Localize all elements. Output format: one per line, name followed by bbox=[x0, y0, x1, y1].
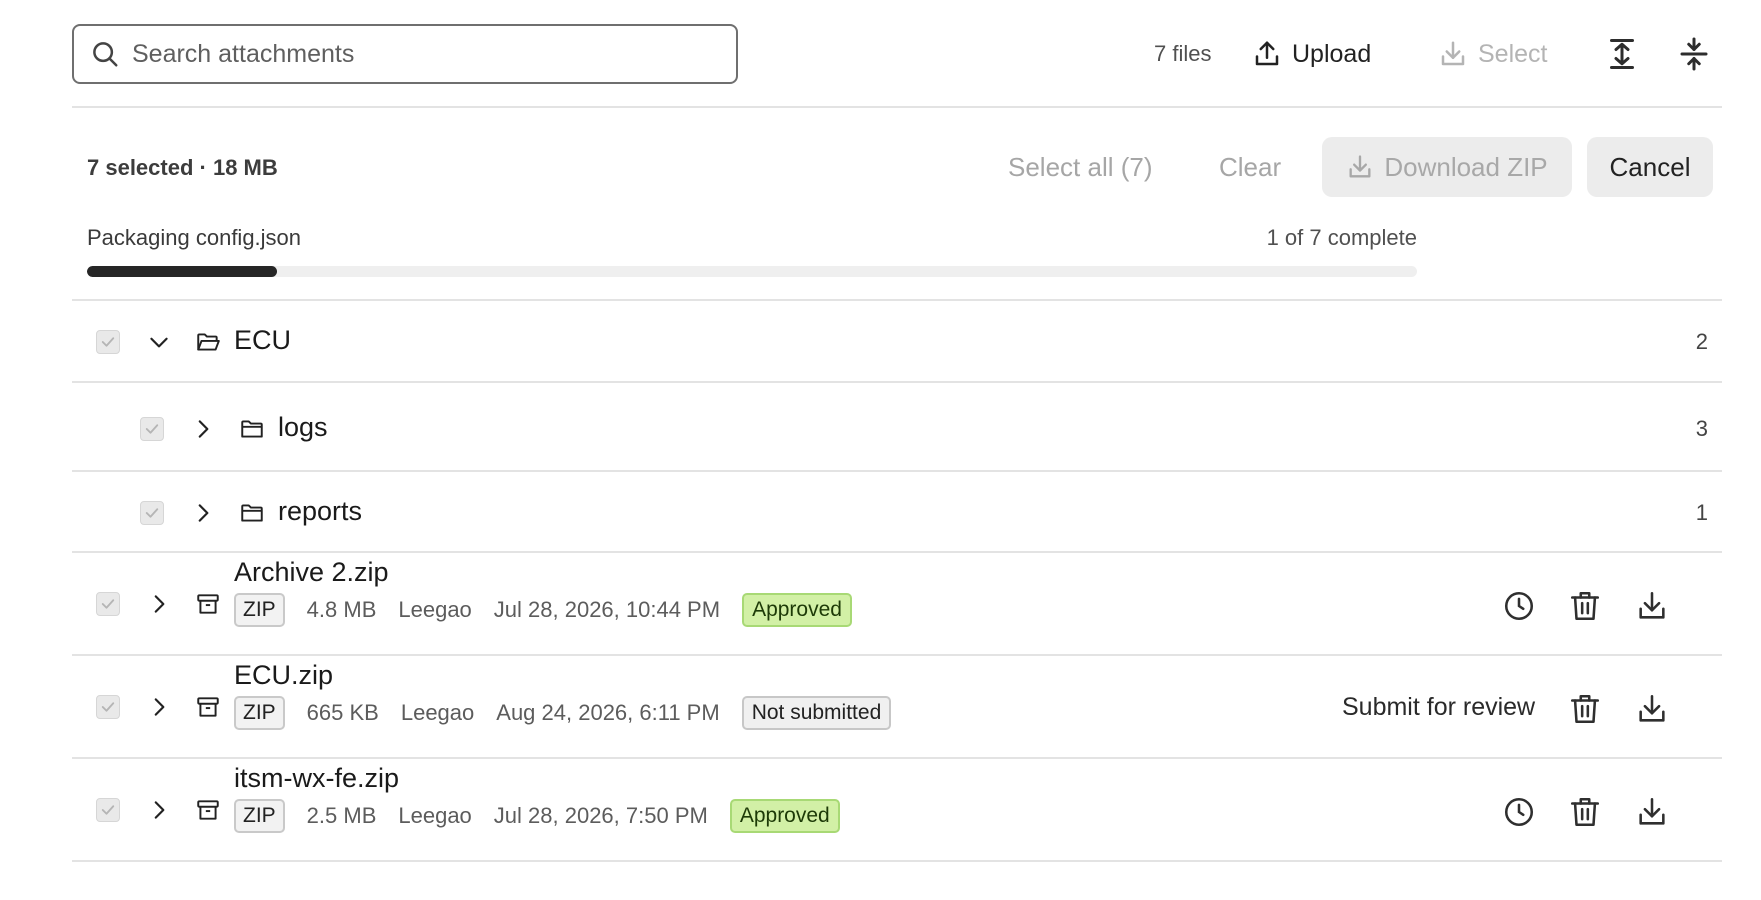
archive-icon bbox=[197, 594, 219, 614]
download-zip-label: Download ZIP bbox=[1384, 151, 1548, 182]
progress-fill bbox=[87, 266, 278, 277]
row-checkbox[interactable] bbox=[96, 798, 120, 822]
toolbar: 7 files Upload Select bbox=[72, 24, 1722, 84]
select-label: Select bbox=[1478, 39, 1548, 68]
progress-label: Packaging config.json bbox=[87, 225, 302, 250]
status-badge: Not submitted bbox=[741, 696, 892, 730]
file-row[interactable]: ECU.zip ZIP 665 KB Leegao Aug 24, 2026, … bbox=[72, 658, 1722, 759]
clock-icon[interactable] bbox=[1502, 795, 1536, 829]
folder-count: 1 bbox=[1695, 500, 1708, 525]
chevron-right-icon[interactable] bbox=[146, 591, 172, 617]
folder-row[interactable]: logs 3 bbox=[72, 385, 1722, 472]
file-date: Jul 28, 2026, 7:50 PM bbox=[493, 803, 708, 828]
collapse-all-icon[interactable] bbox=[1676, 36, 1712, 72]
download-icon[interactable] bbox=[1635, 692, 1669, 726]
file-meta: ZIP 665 KB Leegao Aug 24, 2026, 6:11 PM … bbox=[234, 694, 892, 732]
row-checkbox[interactable] bbox=[140, 417, 164, 441]
file-owner: Leegao bbox=[398, 597, 472, 622]
file-type-tag: ZIP bbox=[234, 696, 285, 730]
file-name: ECU.zip bbox=[234, 660, 334, 690]
row-checkbox[interactable] bbox=[96, 695, 120, 719]
file-name: Archive 2.zip bbox=[234, 557, 389, 587]
upload-label: Upload bbox=[1292, 39, 1372, 68]
upload-icon bbox=[1255, 41, 1279, 66]
submit-for-review-button[interactable]: Submit for review bbox=[1342, 693, 1535, 722]
folder-icon bbox=[241, 420, 263, 438]
search-icon bbox=[93, 42, 118, 67]
row-checkbox[interactable] bbox=[96, 592, 120, 616]
cancel-button[interactable]: Cancel bbox=[1587, 137, 1713, 197]
folder-name: ECU bbox=[234, 325, 292, 355]
chevron-right-icon[interactable] bbox=[146, 797, 172, 823]
select-all-button[interactable]: Select all (7) bbox=[1008, 152, 1153, 183]
archive-icon bbox=[197, 697, 219, 717]
progress-count: 1 of 7 complete bbox=[1266, 225, 1417, 250]
download-icon[interactable] bbox=[1635, 589, 1669, 623]
folder-count: 2 bbox=[1695, 329, 1708, 354]
expand-all-icon[interactable] bbox=[1604, 36, 1640, 72]
chevron-right-icon[interactable] bbox=[190, 500, 216, 526]
download-icon bbox=[1441, 41, 1465, 66]
file-size: 665 KB bbox=[306, 700, 379, 725]
file-date: Aug 24, 2026, 6:11 PM bbox=[496, 700, 720, 725]
status-badge: Approved bbox=[729, 799, 840, 833]
file-count: 7 files bbox=[1154, 41, 1212, 66]
selection-summary: 7 selected · 18 MB bbox=[87, 155, 278, 180]
file-date: Jul 28, 2026, 10:44 PM bbox=[493, 597, 721, 622]
search-input[interactable] bbox=[132, 39, 712, 69]
folder-icon bbox=[241, 504, 263, 522]
folder-row[interactable]: reports 1 bbox=[72, 474, 1722, 553]
row-checkbox[interactable] bbox=[96, 330, 120, 354]
row-checkbox[interactable] bbox=[140, 501, 164, 525]
trash-icon[interactable] bbox=[1568, 589, 1602, 623]
file-size: 4.8 MB bbox=[306, 597, 377, 622]
archive-icon bbox=[197, 800, 219, 820]
folder-name: reports bbox=[278, 496, 363, 526]
folder-row[interactable]: ECU 2 bbox=[72, 301, 1722, 383]
file-row[interactable]: Archive 2.zip ZIP 4.8 MB Leegao Jul 28, … bbox=[72, 555, 1722, 656]
download-icon bbox=[1349, 155, 1371, 178]
clock-icon[interactable] bbox=[1502, 589, 1536, 623]
folder-name: logs bbox=[278, 412, 328, 442]
file-owner: Leegao bbox=[400, 700, 475, 725]
selection-bar: 7 selected · 18 MB Select all (7) Clear … bbox=[72, 137, 1722, 197]
progress-bar bbox=[87, 266, 1417, 277]
file-owner: Leegao bbox=[398, 803, 472, 828]
trash-icon[interactable] bbox=[1568, 795, 1602, 829]
download-icon[interactable] bbox=[1635, 795, 1669, 829]
file-size: 2.5 MB bbox=[306, 803, 377, 828]
file-meta: ZIP 4.8 MB Leegao Jul 28, 2026, 10:44 PM… bbox=[234, 591, 852, 629]
download-zip-button[interactable]: Download ZIP bbox=[1322, 137, 1572, 197]
file-meta: ZIP 2.5 MB Leegao Jul 28, 2026, 7:50 PM … bbox=[234, 797, 840, 835]
file-row[interactable]: itsm-wx-fe.zip ZIP 2.5 MB Leegao Jul 28,… bbox=[72, 761, 1722, 862]
status-badge: Approved bbox=[742, 593, 852, 627]
chevron-right-icon[interactable] bbox=[146, 694, 172, 720]
folder-count: 3 bbox=[1695, 416, 1708, 441]
file-type-tag: ZIP bbox=[234, 593, 285, 627]
chevron-right-icon[interactable] bbox=[190, 416, 216, 442]
file-type-tag: ZIP bbox=[234, 799, 285, 833]
search-box[interactable] bbox=[72, 24, 738, 84]
clear-button[interactable]: Clear bbox=[1219, 152, 1281, 183]
trash-icon[interactable] bbox=[1568, 692, 1602, 726]
upload-button[interactable]: Upload bbox=[1252, 34, 1371, 74]
chevron-down-icon[interactable] bbox=[146, 329, 172, 355]
folder-open-icon bbox=[197, 333, 220, 351]
file-name: itsm-wx-fe.zip bbox=[234, 763, 400, 793]
select-button[interactable]: Select bbox=[1438, 34, 1547, 74]
divider bbox=[72, 106, 1722, 108]
